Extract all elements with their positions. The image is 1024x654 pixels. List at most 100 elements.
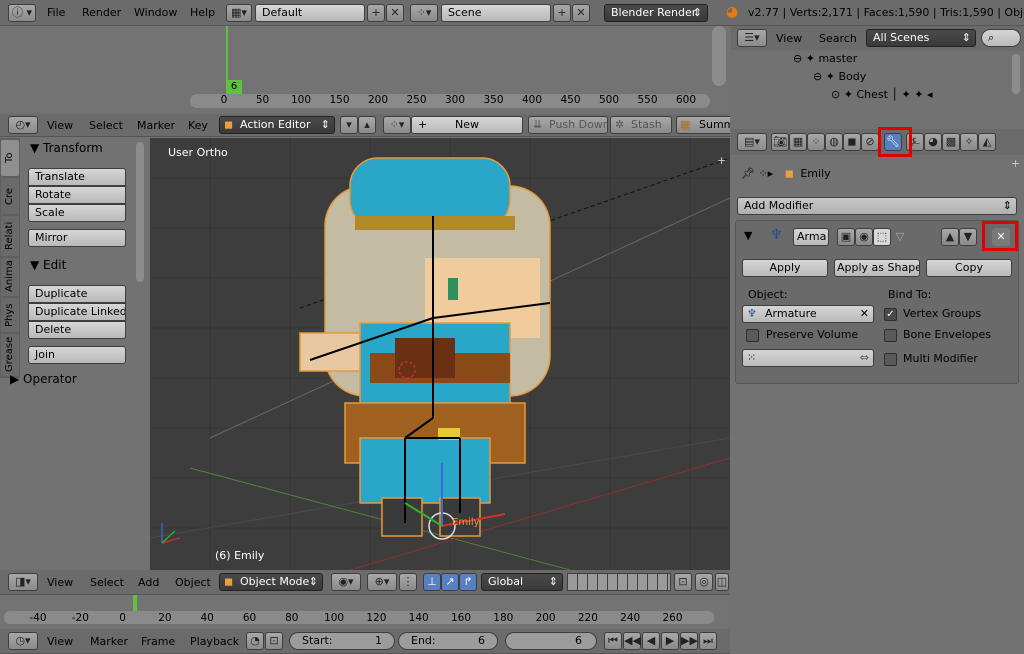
lock-icon[interactable]: ⊡ (674, 573, 692, 591)
arrow-down-icon[interactable]: ▾ (340, 116, 358, 134)
start-frame-field[interactable]: Start: 1 (289, 632, 395, 650)
arrow-up-icon[interactable]: ▴ (358, 116, 376, 134)
tab-physics[interactable]: Phys (1, 298, 19, 332)
editor-mode-select[interactable]: ◼ Action Editor ⇕ (219, 116, 335, 134)
copy-button[interactable]: Copy (926, 259, 1012, 277)
outliner-filter-select[interactable]: All Scenes ⇕ (866, 29, 976, 47)
outliner-editor-icon[interactable]: ☰▾ (737, 29, 767, 47)
manipulator-toggle-icon[interactable]: ⋮ (399, 573, 417, 591)
ae-menu-marker[interactable]: Marker (137, 118, 175, 134)
top-timeline-scroll[interactable] (712, 26, 726, 86)
duplicate-linked-button[interactable]: Duplicate Linked (28, 303, 126, 321)
preserve-volume-checkbox[interactable] (746, 329, 759, 342)
ae-menu-view[interactable]: View (47, 118, 73, 134)
outliner-item-master[interactable]: ⊖ ✦ master (793, 52, 857, 65)
outliner-search-field[interactable]: ⌕ (981, 29, 1021, 47)
scale-manipulator-icon[interactable]: ↱ (459, 573, 477, 591)
menu-file[interactable]: File (47, 5, 65, 21)
show-cage-icon[interactable]: ▽ (891, 228, 909, 246)
object-tab-icon[interactable]: ◼ (843, 133, 861, 151)
orientation-select[interactable]: Global ⇕ (481, 573, 563, 591)
move-up-icon[interactable]: ▲ (941, 228, 959, 246)
next-keyframe-icon[interactable]: ▶▶ (680, 632, 698, 650)
camera-icon[interactable]: ◫ (715, 573, 729, 591)
rotate-manipulator-icon[interactable]: ↗ (441, 573, 459, 591)
outliner-menu-view[interactable]: View (776, 31, 802, 47)
scene-icon[interactable]: ⁘▾ (410, 4, 438, 22)
menu-help[interactable]: Help (190, 5, 215, 21)
mirror-button[interactable]: Mirror (28, 229, 126, 247)
layout-grid-icon[interactable]: ▦▾ (226, 4, 252, 22)
v3d-menu-view[interactable]: View (47, 575, 73, 591)
add-scene-icon[interactable]: + (553, 4, 571, 22)
layer-buttons[interactable] (567, 573, 671, 591)
object-field[interactable]: ♆ Armature ✕ (742, 305, 874, 323)
join-button[interactable]: Join (28, 346, 126, 364)
physics-tab-icon[interactable]: ◭ (978, 133, 996, 151)
action-browse-icon[interactable]: ⁘▾ (383, 116, 411, 134)
modifier-name-field[interactable]: Arma (793, 228, 829, 246)
show-editmode-icon[interactable]: ⬚ (873, 228, 891, 246)
end-frame-field[interactable]: End: 6 (398, 632, 498, 650)
duplicate-button[interactable]: Duplicate (28, 285, 126, 303)
vertex-groups-checkbox[interactable]: ✓ (884, 308, 897, 321)
translate-button[interactable]: Translate (28, 168, 126, 186)
tab-relations[interactable]: Relati (1, 216, 19, 256)
tab-grease[interactable]: Grease (1, 334, 19, 376)
preview-lock-icon[interactable]: ⊡ (265, 632, 283, 650)
pin-icon[interactable]: 📌︎ (741, 167, 755, 180)
play-icon[interactable]: ▶ (661, 632, 679, 650)
jump-start-icon[interactable]: ⏮ (604, 632, 622, 650)
scene-tab-icon[interactable]: ⁘ (807, 133, 825, 151)
scene-field[interactable]: Scene (441, 4, 551, 22)
outliner-scroll[interactable] (1012, 54, 1020, 94)
collapse-toggle-icon[interactable]: ▼ (744, 229, 752, 242)
menu-window[interactable]: Window (134, 5, 177, 21)
operator-panel-header[interactable]: ▶ Operator (10, 372, 77, 386)
v3d-menu-object[interactable]: Object (175, 575, 211, 591)
play-reverse-icon[interactable]: ◀ (642, 632, 660, 650)
properties-plus-icon[interactable]: + (1011, 157, 1020, 170)
material-tab-icon[interactable]: ◕ (924, 133, 942, 151)
dopesheet-editor-icon[interactable]: ◴▾ (8, 116, 38, 134)
pivot-icon[interactable]: ⊕▾ (367, 573, 397, 591)
view3d-editor-icon[interactable]: ◨▾ (8, 573, 38, 591)
prev-keyframe-icon[interactable]: ◀◀ (623, 632, 641, 650)
jump-end-icon[interactable]: ⏭ (699, 632, 717, 650)
info-editor-icon[interactable]: ⓘ ▾ (8, 4, 36, 22)
rotate-button[interactable]: Rotate (28, 186, 126, 204)
properties-editor-icon[interactable]: ▤▾ (737, 133, 767, 151)
preview-range-icon[interactable]: ◔ (246, 632, 264, 650)
tab-tools[interactable]: To (1, 140, 19, 176)
render-layers-tab-icon[interactable]: ▦ (789, 133, 807, 151)
timeline-editor-icon[interactable]: ◷▾ (8, 632, 38, 650)
texture-tab-icon[interactable]: ▩ (942, 133, 960, 151)
particles-tab-icon[interactable]: ✧ (960, 133, 978, 151)
vertex-group-field[interactable]: ⁙ ⇔ (742, 349, 874, 367)
bone-envelopes-checkbox[interactable] (884, 329, 897, 342)
clear-field-icon[interactable]: ✕ (860, 306, 869, 322)
current-frame-field[interactable]: 6 (505, 632, 597, 650)
tab-animation[interactable]: Anima (1, 258, 19, 296)
new-action-button[interactable]: + New (411, 116, 523, 134)
apply-button[interactable]: Apply (742, 259, 828, 277)
scale-button[interactable]: Scale (28, 204, 126, 222)
delete-button[interactable]: Delete (28, 321, 126, 339)
render-tab-icon[interactable]: 📷︎ (771, 133, 789, 151)
outliner-item-body[interactable]: ⊖ ✦ Body (813, 70, 866, 83)
tl-menu-marker[interactable]: Marker (90, 634, 128, 650)
interaction-mode-select[interactable]: ◼ Object Mode ⇕ (219, 573, 323, 591)
tool-shelf-scroll[interactable] (136, 142, 144, 282)
3d-viewport[interactable]: User Ortho (6) Emily Emily + (150, 138, 730, 570)
multi-modifier-checkbox[interactable] (884, 353, 897, 366)
world-tab-icon[interactable]: ◍ (825, 133, 843, 151)
tl-menu-playback[interactable]: Playback (190, 634, 239, 650)
v3d-menu-add[interactable]: Add (138, 575, 159, 591)
tl-menu-view[interactable]: View (47, 634, 73, 650)
outliner-menu-search[interactable]: Search (819, 31, 857, 47)
v3d-menu-select[interactable]: Select (90, 575, 124, 591)
render-engine-select[interactable]: Blender Render ⇕ (604, 4, 708, 22)
summary-toggle[interactable]: ▦ Summ (676, 116, 730, 134)
remove-scene-icon[interactable]: ✕ (572, 4, 590, 22)
remove-layout-icon[interactable]: ✕ (386, 4, 404, 22)
